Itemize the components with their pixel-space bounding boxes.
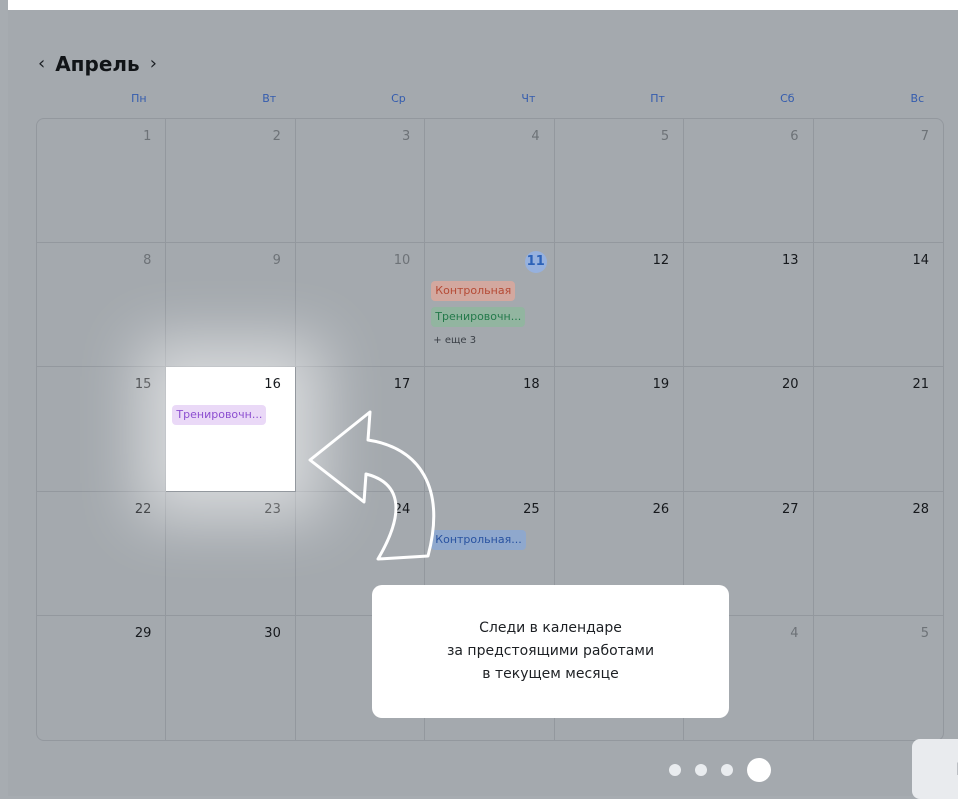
day-number: 12 [652, 253, 670, 269]
chevron-left-icon[interactable]: ‹ [38, 55, 45, 73]
day-cell[interactable]: 5 [554, 119, 685, 244]
day-cell[interactable]: 5 [814, 616, 943, 740]
next-button[interactable]: | [912, 739, 958, 799]
day-cell[interactable]: 9 [166, 243, 296, 368]
day-cell[interactable]: 10 [295, 243, 426, 368]
day-cell[interactable]: 22 [37, 491, 167, 616]
day-cell[interactable]: 30 [166, 615, 296, 740]
today-day-number: 11 [524, 251, 547, 274]
day-number: 6 [790, 129, 799, 144]
day-cell[interactable]: 28 [813, 492, 943, 616]
day-number: 4 [531, 129, 540, 144]
more-events-link[interactable]: + еще 3 [433, 335, 476, 346]
day-number: 30 [264, 625, 281, 641]
tooltip-line: Следи в календаре [479, 620, 622, 636]
day-number: 13 [782, 253, 799, 269]
day-cell[interactable]: 14 [813, 243, 943, 368]
day-number: 19 [652, 377, 670, 393]
month-title: Апрель [55, 52, 140, 76]
event-chip[interactable]: Тренировочн... [431, 307, 526, 328]
day-number: 25 [523, 501, 540, 517]
day-cell[interactable]: 2 [166, 119, 296, 244]
day-number: 8 [143, 253, 152, 269]
tooltip-line: за предстоящими работами [446, 643, 655, 659]
day-number: 20 [782, 377, 799, 393]
onboarding-pagination [669, 757, 771, 783]
month-header: ‹ Апрель › [38, 50, 157, 78]
weekday-label: Сб [780, 92, 795, 105]
event-chip[interactable]: Тренировочн... [172, 405, 267, 426]
event-chip[interactable]: Контрольная [431, 281, 516, 302]
day-cell[interactable]: 6 [684, 119, 814, 244]
day-number: 3 [402, 129, 411, 144]
weekday-label: Чт [521, 92, 536, 105]
day-cell[interactable]: 20 [684, 367, 814, 492]
day-number: 18 [523, 377, 540, 393]
day-cell[interactable]: 3 [295, 119, 426, 244]
day-number: 23 [264, 501, 281, 517]
day-number: 29 [134, 625, 152, 641]
day-cell[interactable]: 1 [37, 119, 167, 244]
day-number: 5 [660, 129, 670, 144]
day-number: 4 [790, 625, 799, 641]
day-cell[interactable]: 21 [813, 367, 943, 492]
day-number: 15 [134, 377, 152, 393]
day-cell[interactable]: 23 [166, 491, 296, 616]
day-cell[interactable]: 4 [425, 119, 555, 244]
day-number: 28 [912, 501, 929, 517]
day-number: 17 [393, 377, 411, 393]
weekday-label: Пн [131, 92, 147, 105]
weekday-label: Пт [650, 92, 665, 105]
day-number: 27 [782, 501, 799, 517]
day-cell[interactable]: 19 [554, 367, 685, 492]
day-cell[interactable]: 12 [554, 243, 685, 368]
day-cell[interactable]: 16 Тренировочн... [166, 367, 296, 492]
curved-arrow-icon [308, 410, 436, 561]
top-strip [8, 0, 958, 10]
day-number: 14 [912, 253, 929, 269]
day-cell[interactable]: 11 Контрольная Тренировочн... + еще 3 [425, 243, 555, 368]
day-number: 2 [272, 129, 281, 144]
weekday-label: Ср [391, 92, 406, 105]
day-number: 26 [652, 501, 670, 517]
day-number: 7 [920, 129, 929, 144]
day-cell[interactable]: 8 [37, 243, 167, 368]
pagination-dot[interactable] [669, 764, 681, 776]
day-cell[interactable]: 13 [684, 243, 814, 368]
pagination-dot[interactable] [695, 764, 707, 776]
day-cell[interactable]: 7 [813, 119, 943, 244]
day-number: 16 [264, 377, 281, 393]
day-number: 10 [393, 253, 411, 269]
weekday-label: Вт [262, 92, 277, 105]
pagination-dot-active[interactable] [747, 758, 771, 782]
weekday-label: Вс [910, 92, 925, 105]
day-cell[interactable]: 15 [37, 367, 167, 492]
day-cell[interactable]: 29 [37, 615, 167, 740]
day-number: 5 [920, 625, 929, 641]
chevron-right-icon[interactable]: › [150, 55, 157, 73]
onboarding-tooltip: Следи в календаре за предстоящими работа… [372, 585, 729, 718]
day-number: 9 [272, 253, 281, 269]
tooltip-line: в текущем месяце [482, 666, 619, 682]
pagination-dot[interactable] [721, 764, 733, 776]
weekday-header: Пн Вт Ср Чт Пт Сб Вс [37, 92, 944, 110]
day-number: 21 [912, 377, 929, 393]
day-number: 22 [134, 501, 152, 517]
day-number: 1 [143, 129, 152, 144]
